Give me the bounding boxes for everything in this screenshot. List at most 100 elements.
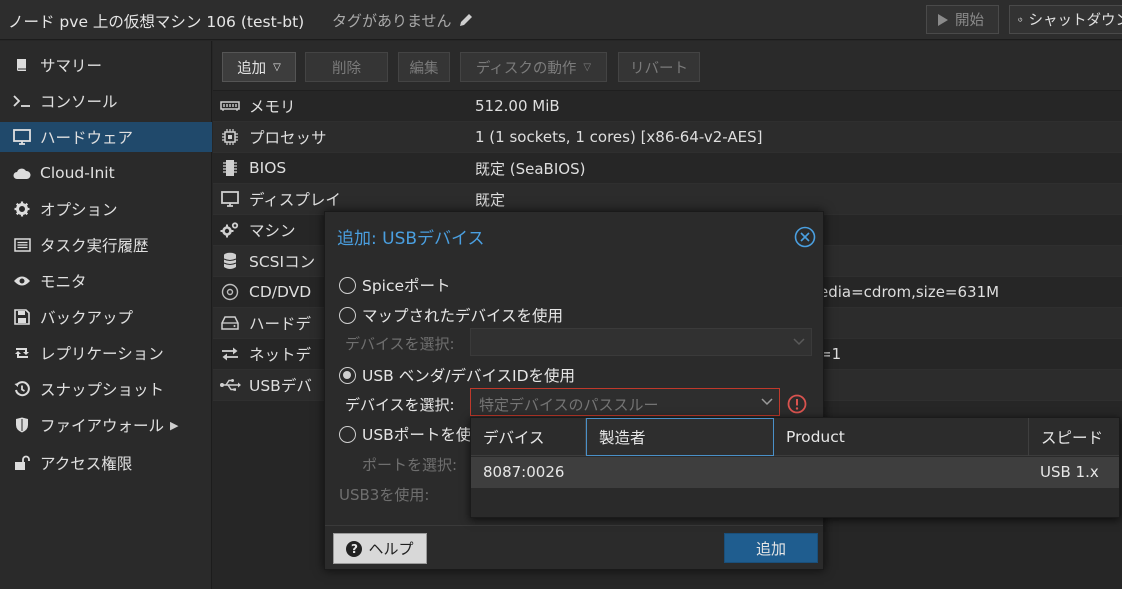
column-header-device[interactable]: デバイス — [471, 418, 586, 456]
sidebar-item-hardware[interactable]: ハードウェア — [0, 122, 212, 152]
column-label: デバイス — [483, 429, 545, 447]
radio-circle-selected[interactable] — [339, 366, 356, 384]
column-label: Product — [786, 428, 845, 446]
sidebar-item-label: スナップショット — [40, 381, 165, 399]
cell-speed: USB 1.x — [1040, 463, 1099, 481]
sidebar-item-label: バックアップ — [40, 309, 134, 327]
vendor-device-placeholder: 特定デバイスのパススルー — [479, 396, 659, 414]
top-header: ノード pve 上の仮想マシン 106 (test-bt) タグがありません 開… — [0, 0, 1122, 40]
hardware-name: マシン — [249, 222, 296, 240]
hardware-row-bios[interactable]: BIOS 既定 (SeaBIOS) — [213, 153, 1122, 184]
mapped-device-select[interactable] — [470, 328, 812, 356]
sidebar-item-permissions[interactable]: アクセス権限 — [0, 448, 212, 478]
radio-circle[interactable] — [339, 276, 356, 294]
revert-label: リバート — [630, 60, 688, 77]
shutdown-button[interactable]: シャットダウン — [1009, 5, 1122, 34]
sidebar-item-firewall[interactable]: ファイアウォール ▶ — [0, 410, 212, 440]
usb3-label: USB3を使用: — [339, 486, 430, 504]
hardware-value: 既定 (SeaBIOS) — [475, 159, 586, 178]
hardware-value: 1 (1 sockets, 1 cores) [x86-64-v2-AES] — [475, 128, 763, 146]
hardware-name: SCSIコン — [249, 253, 316, 271]
tags-area[interactable]: タグがありません — [332, 10, 474, 31]
shield-icon — [12, 416, 32, 434]
delete-button[interactable]: 削除 — [305, 52, 388, 82]
sidebar-item-label: モニタ — [40, 273, 87, 291]
sidebar-item-monitor[interactable]: モニタ — [0, 266, 212, 296]
hardware-row-memory[interactable]: メモリ 512.00 MiB — [213, 91, 1122, 122]
vendor-device-select[interactable]: 特定デバイスのパススルー — [470, 388, 780, 416]
history-icon — [12, 380, 32, 398]
hardware-row-processor[interactable]: プロセッサ 1 (1 sockets, 1 cores) [x86-64-v2-… — [213, 122, 1122, 153]
cpu-icon — [219, 127, 241, 147]
help-button[interactable]: ? ヘルプ — [333, 533, 427, 564]
sidebar-item-label: タスク実行履歴 — [40, 237, 149, 255]
add-label: 追加 — [237, 60, 267, 77]
question-icon: ? — [346, 540, 363, 557]
sidebar-item-label: ハードウェア — [40, 129, 134, 147]
memory-icon — [219, 96, 241, 116]
microchip-icon — [219, 158, 241, 178]
chevron-down-icon — [793, 338, 805, 346]
disk-action-button[interactable]: ディスクの動作 ▽ — [460, 52, 607, 82]
usb-icon — [219, 375, 241, 395]
hdd-icon — [219, 313, 241, 333]
power-icon — [1018, 17, 1023, 22]
desktop-icon — [219, 189, 241, 209]
revert-button[interactable]: リバート — [618, 52, 700, 82]
radio-mapped-device[interactable]: マップされたデバイスを使用 — [339, 304, 563, 326]
dialog-footer: ? ヘルプ 追加 — [325, 525, 823, 569]
vm-title: ノード pve 上の仮想マシン 106 (test-bt) — [8, 13, 305, 31]
picker-header: デバイス 製造者 Product スピード — [471, 418, 1119, 456]
sidebar-item-options[interactable]: オプション — [0, 194, 212, 224]
radio-spice-port[interactable]: Spiceポート — [339, 274, 451, 296]
close-icon[interactable] — [794, 226, 816, 248]
column-label: スピード — [1041, 429, 1104, 447]
start-button[interactable]: 開始 — [926, 5, 999, 34]
dialog-title: 追加: USBデバイス — [337, 229, 485, 249]
dialog-add-button[interactable]: 追加 — [724, 533, 818, 563]
sidebar-item-label: アクセス権限 — [40, 455, 133, 473]
unlock-icon — [12, 454, 32, 472]
hardware-name: ネットデ — [249, 346, 312, 364]
column-header-product[interactable]: Product — [774, 418, 1029, 456]
column-header-speed[interactable]: スピード — [1029, 418, 1119, 456]
play-icon — [938, 13, 948, 26]
sidebar-item-replication[interactable]: レプリケーション — [0, 338, 212, 368]
sidebar-item-label: ファイアウォール — [40, 417, 165, 435]
chevron-down-icon: ▽ — [583, 61, 592, 73]
radio-circle[interactable] — [339, 425, 356, 443]
cloud-icon — [12, 164, 32, 182]
sidebar-item-task-history[interactable]: タスク実行履歴 — [0, 230, 212, 260]
sidebar-item-cloud-init[interactable]: Cloud-Init — [0, 158, 212, 188]
edit-button[interactable]: 編集 — [398, 52, 450, 82]
cell-device: 8087:0026 — [483, 463, 565, 481]
picker-row[interactable]: 8087:0026 USB 1.x — [471, 457, 1119, 488]
column-header-vendor[interactable]: 製造者 — [586, 418, 774, 456]
sidebar-item-snapshot[interactable]: スナップショット — [0, 374, 212, 404]
radio-vendor-device-id[interactable]: USB ベンダ/デバイスIDを使用 — [339, 364, 575, 386]
hardware-name: CD/DVD — [249, 283, 312, 301]
radio-usb-port[interactable]: USBポートを使 — [339, 423, 471, 445]
delete-label: 削除 — [332, 60, 361, 77]
radio-label: Spiceポート — [362, 277, 451, 295]
book-icon — [12, 56, 32, 74]
radio-circle[interactable] — [339, 306, 356, 324]
sidebar-item-backup[interactable]: バックアップ — [0, 302, 212, 332]
add-button[interactable]: 追加 ▽ — [222, 52, 296, 82]
sidebar-item-summary[interactable]: サマリー — [0, 50, 212, 80]
pencil-icon[interactable] — [458, 12, 474, 28]
gear-icon — [12, 200, 32, 218]
sidebar-item-label: オプション — [40, 201, 118, 219]
hardware-value: 既定 — [475, 190, 506, 209]
chevron-down-icon — [761, 398, 773, 406]
hardware-name: USBデバ — [249, 377, 312, 395]
hardware-name: BIOS — [249, 159, 287, 177]
terminal-icon — [12, 92, 32, 110]
floppy-icon — [12, 308, 32, 326]
sidebar-item-console[interactable]: コンソール — [0, 86, 212, 116]
radio-label: マップされたデバイスを使用 — [362, 307, 564, 325]
port-select-label: ポートを選択: — [362, 456, 458, 474]
hardware-name: ディスプレイ — [249, 191, 341, 209]
radio-label: USB ベンダ/デバイスIDを使用 — [362, 367, 576, 385]
usb-device-picker: デバイス 製造者 Product スピード 8087:0026 USB 1.x — [470, 417, 1120, 518]
